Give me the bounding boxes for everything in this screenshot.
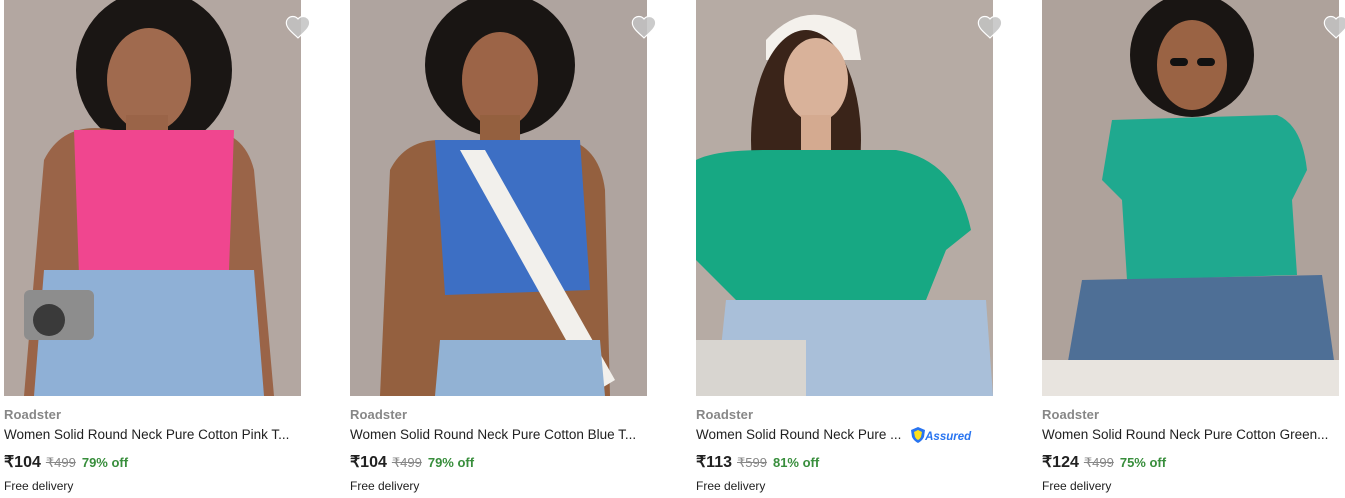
price-row: ₹104 ₹499 79% off: [350, 452, 474, 472]
price-row: ₹124 ₹499 75% off: [1042, 452, 1166, 472]
discount-percent: 81% off: [772, 455, 820, 470]
product-brand: Roadster: [1042, 407, 1100, 422]
product-image[interactable]: [4, 0, 301, 396]
heart-icon[interactable]: [1322, 13, 1345, 41]
product-title-text: Women Solid Round Neck Pure ...: [696, 427, 902, 442]
product-card[interactable]: Roadster Women Solid Round Neck Pure ...…: [696, 0, 1003, 498]
product-title[interactable]: Women Solid Round Neck Pure Cotton Blue …: [350, 427, 636, 442]
product-card[interactable]: Roadster Women Solid Round Neck Pure Cot…: [350, 0, 657, 498]
product-brand: Roadster: [696, 407, 754, 422]
flipkart-assured-badge: Assured: [911, 427, 972, 444]
product-title[interactable]: Women Solid Round Neck Pure Cotton Green…: [1042, 427, 1328, 442]
original-price: ₹599: [737, 455, 767, 470]
product-card[interactable]: Roadster Women Solid Round Neck Pure Cot…: [4, 0, 311, 498]
product-brand: Roadster: [350, 407, 408, 422]
delivery-info: Free delivery: [1042, 479, 1112, 493]
original-price: ₹499: [45, 455, 76, 470]
price-row: ₹113 ₹599 81% off: [696, 452, 819, 472]
discount-percent: 79% off: [81, 455, 129, 470]
product-card[interactable]: Roadster Women Solid Round Neck Pure Cot…: [1042, 0, 1345, 498]
discount-percent: 79% off: [427, 455, 475, 470]
selling-price: ₹104: [350, 454, 387, 471]
flipkart-assured-badge-icon: [911, 427, 926, 444]
assured-label: Assured: [925, 431, 972, 444]
delivery-info: Free delivery: [696, 479, 766, 493]
delivery-info: Free delivery: [4, 479, 74, 493]
product-grid: Roadster Women Solid Round Neck Pure Cot…: [0, 0, 1345, 498]
product-image[interactable]: [1042, 0, 1339, 396]
original-price: ₹499: [1083, 455, 1114, 470]
selling-price: ₹124: [1042, 454, 1079, 471]
product-image[interactable]: [696, 0, 993, 396]
selling-price: ₹104: [4, 454, 41, 471]
heart-icon[interactable]: [630, 13, 658, 41]
discount-percent: 75% off: [1119, 455, 1167, 470]
delivery-info: Free delivery: [350, 479, 420, 493]
heart-icon[interactable]: [284, 13, 312, 41]
heart-icon[interactable]: [976, 13, 1004, 41]
product-brand: Roadster: [4, 407, 62, 422]
selling-price: ₹113: [696, 454, 732, 471]
price-row: ₹104 ₹499 79% off: [4, 452, 128, 472]
product-image[interactable]: [350, 0, 647, 396]
product-title[interactable]: Women Solid Round Neck Pure ... Assured: [696, 427, 972, 444]
product-title[interactable]: Women Solid Round Neck Pure Cotton Pink …: [4, 427, 289, 442]
original-price: ₹499: [391, 455, 422, 470]
